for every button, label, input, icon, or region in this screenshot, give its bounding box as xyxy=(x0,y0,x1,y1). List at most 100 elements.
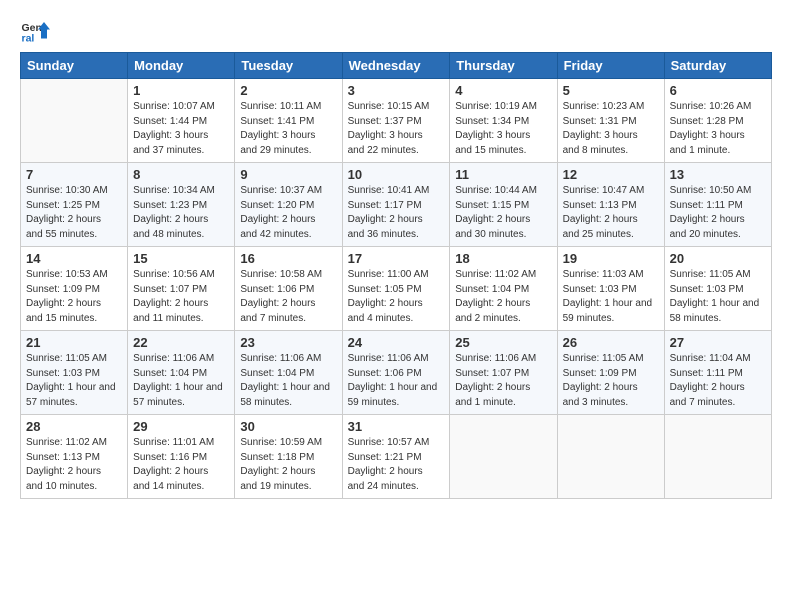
week-row-3: 14Sunrise: 10:53 AM Sunset: 1:09 PM Dayl… xyxy=(21,247,772,331)
week-row-5: 28 Sunrise: 11:02 AM Sunset: 1:13 PM Dayl… xyxy=(21,415,772,499)
logo: Gene ral xyxy=(20,16,54,46)
day-number: 22 xyxy=(133,335,229,350)
calendar-cell: 1 Sunrise: 10:07 AM Sunset: 1:44 PM Dayli… xyxy=(128,79,235,163)
calendar-cell: 19Sunrise: 11:03 AM Sunset: 1:03 PM Dayl… xyxy=(557,247,664,331)
calendar-cell xyxy=(664,415,771,499)
header-tuesday: Tuesday xyxy=(235,53,342,79)
day-info: Sunrise: 11:02 AM Sunset: 1:13 PM Daylig… xyxy=(26,436,122,494)
calendar-cell: 3 Sunrise: 10:15 AM Sunset: 1:37 PM Dayli… xyxy=(342,79,450,163)
calendar-cell: 6 Sunrise: 10:26 AM Sunset: 1:28 PM Dayli… xyxy=(664,79,771,163)
day-number: 9 xyxy=(240,167,336,182)
day-info: Sunrise: 11:05 AM Sunset: 1:03 PM Daylig… xyxy=(26,352,122,410)
calendar-cell: 2Sunrise: 10:11 AM Sunset: 1:41 PM Dayli… xyxy=(235,79,342,163)
day-info: Sunrise: 11:06 AM Sunset: 1:07 PM Daylig… xyxy=(455,352,551,410)
day-info: Sunrise: 11:05 AM Sunset: 1:09 PM Daylig… xyxy=(563,352,659,410)
day-info: Sunrise: 10:56 AM Sunset: 1:07 PM Daylig… xyxy=(133,268,229,326)
day-number: 1 xyxy=(133,83,229,98)
day-number: 13 xyxy=(670,167,766,182)
day-info: Sunrise: 10:30 AM Sunset: 1:25 PM Daylig… xyxy=(26,184,122,242)
svg-text:ral: ral xyxy=(22,33,35,45)
week-row-1: 1 Sunrise: 10:07 AM Sunset: 1:44 PM Dayli… xyxy=(21,79,772,163)
calendar-cell xyxy=(557,415,664,499)
day-number: 19 xyxy=(563,251,659,266)
calendar-cell: 29 Sunrise: 11:01 AM Sunset: 1:16 PM Dayl… xyxy=(128,415,235,499)
day-number: 3 xyxy=(348,83,445,98)
calendar-cell: 5Sunrise: 10:23 AM Sunset: 1:31 PM Dayli… xyxy=(557,79,664,163)
day-info: Sunrise: 10:41 AM Sunset: 1:17 PM Daylig… xyxy=(348,184,445,242)
day-info: Sunrise: 10:53 AM Sunset: 1:09 PM Daylig… xyxy=(26,268,122,326)
calendar-cell xyxy=(450,415,557,499)
calendar-cell: 21 Sunrise: 11:05 AM Sunset: 1:03 PM Dayl… xyxy=(21,331,128,415)
calendar-header-row: SundayMondayTuesdayWednesdayThursdayFrid… xyxy=(21,53,772,79)
day-info: Sunrise: 10:19 AM Sunset: 1:34 PM Daylig… xyxy=(455,100,551,158)
calendar-cell: 22 Sunrise: 11:06 AM Sunset: 1:04 PM Dayl… xyxy=(128,331,235,415)
week-row-4: 21 Sunrise: 11:05 AM Sunset: 1:03 PM Dayl… xyxy=(21,331,772,415)
day-info: Sunrise: 11:05 AM Sunset: 1:03 PM Daylig… xyxy=(670,268,766,326)
header-friday: Friday xyxy=(557,53,664,79)
calendar-cell: 17Sunrise: 11:00 AM Sunset: 1:05 PM Dayl… xyxy=(342,247,450,331)
calendar-cell: 15 Sunrise: 10:56 AM Sunset: 1:07 PM Dayl… xyxy=(128,247,235,331)
header-thursday: Thursday xyxy=(450,53,557,79)
page-header: Gene ral xyxy=(20,16,772,46)
calendar-cell: 13 Sunrise: 10:50 AM Sunset: 1:11 PM Dayl… xyxy=(664,163,771,247)
day-number: 29 xyxy=(133,419,229,434)
week-row-2: 7 Sunrise: 10:30 AM Sunset: 1:25 PM Dayli… xyxy=(21,163,772,247)
day-info: Sunrise: 11:02 AM Sunset: 1:04 PM Daylig… xyxy=(455,268,551,326)
day-number: 15 xyxy=(133,251,229,266)
calendar-cell: 26Sunrise: 11:05 AM Sunset: 1:09 PM Dayl… xyxy=(557,331,664,415)
day-info: Sunrise: 11:06 AM Sunset: 1:06 PM Daylig… xyxy=(348,352,445,410)
day-number: 10 xyxy=(348,167,445,182)
calendar-cell: 4 Sunrise: 10:19 AM Sunset: 1:34 PM Dayli… xyxy=(450,79,557,163)
day-number: 7 xyxy=(26,167,122,182)
day-info: Sunrise: 10:57 AM Sunset: 1:21 PM Daylig… xyxy=(348,436,445,494)
day-info: Sunrise: 10:15 AM Sunset: 1:37 PM Daylig… xyxy=(348,100,445,158)
day-number: 30 xyxy=(240,419,336,434)
calendar-cell: 18 Sunrise: 11:02 AM Sunset: 1:04 PM Dayl… xyxy=(450,247,557,331)
day-number: 24 xyxy=(348,335,445,350)
day-info: Sunrise: 10:34 AM Sunset: 1:23 PM Daylig… xyxy=(133,184,229,242)
day-info: Sunrise: 10:37 AM Sunset: 1:20 PM Daylig… xyxy=(240,184,336,242)
day-number: 17 xyxy=(348,251,445,266)
day-number: 23 xyxy=(240,335,336,350)
calendar-cell: 14Sunrise: 10:53 AM Sunset: 1:09 PM Dayl… xyxy=(21,247,128,331)
day-number: 4 xyxy=(455,83,551,98)
day-info: Sunrise: 10:50 AM Sunset: 1:11 PM Daylig… xyxy=(670,184,766,242)
calendar-cell: 16Sunrise: 10:58 AM Sunset: 1:06 PM Dayl… xyxy=(235,247,342,331)
day-info: Sunrise: 11:06 AM Sunset: 1:04 PM Daylig… xyxy=(133,352,229,410)
day-number: 18 xyxy=(455,251,551,266)
day-number: 25 xyxy=(455,335,551,350)
day-number: 28 xyxy=(26,419,122,434)
calendar-cell xyxy=(21,79,128,163)
day-number: 11 xyxy=(455,167,551,182)
day-number: 21 xyxy=(26,335,122,350)
calendar-table: SundayMondayTuesdayWednesdayThursdayFrid… xyxy=(20,52,772,499)
day-info: Sunrise: 10:11 AM Sunset: 1:41 PM Daylig… xyxy=(240,100,336,158)
calendar-cell: 31 Sunrise: 10:57 AM Sunset: 1:21 PM Dayl… xyxy=(342,415,450,499)
header-monday: Monday xyxy=(128,53,235,79)
day-info: Sunrise: 10:26 AM Sunset: 1:28 PM Daylig… xyxy=(670,100,766,158)
calendar-cell: 28 Sunrise: 11:02 AM Sunset: 1:13 PM Dayl… xyxy=(21,415,128,499)
day-number: 27 xyxy=(670,335,766,350)
day-info: Sunrise: 11:06 AM Sunset: 1:04 PM Daylig… xyxy=(240,352,336,410)
day-number: 6 xyxy=(670,83,766,98)
calendar-cell: 20Sunrise: 11:05 AM Sunset: 1:03 PM Dayl… xyxy=(664,247,771,331)
calendar-cell: 7 Sunrise: 10:30 AM Sunset: 1:25 PM Dayli… xyxy=(21,163,128,247)
logo-icon: Gene ral xyxy=(20,16,50,46)
day-number: 16 xyxy=(240,251,336,266)
calendar-cell: 10 Sunrise: 10:41 AM Sunset: 1:17 PM Dayl… xyxy=(342,163,450,247)
day-info: Sunrise: 10:59 AM Sunset: 1:18 PM Daylig… xyxy=(240,436,336,494)
calendar-cell: 11Sunrise: 10:44 AM Sunset: 1:15 PM Dayl… xyxy=(450,163,557,247)
day-number: 31 xyxy=(348,419,445,434)
day-info: Sunrise: 10:07 AM Sunset: 1:44 PM Daylig… xyxy=(133,100,229,158)
day-info: Sunrise: 10:47 AM Sunset: 1:13 PM Daylig… xyxy=(563,184,659,242)
calendar-cell: 24 Sunrise: 11:06 AM Sunset: 1:06 PM Dayl… xyxy=(342,331,450,415)
day-number: 8 xyxy=(133,167,229,182)
header-saturday: Saturday xyxy=(664,53,771,79)
day-info: Sunrise: 11:01 AM Sunset: 1:16 PM Daylig… xyxy=(133,436,229,494)
calendar-cell: 23 Sunrise: 11:06 AM Sunset: 1:04 PM Dayl… xyxy=(235,331,342,415)
calendar-cell: 8 Sunrise: 10:34 AM Sunset: 1:23 PM Dayli… xyxy=(128,163,235,247)
day-number: 5 xyxy=(563,83,659,98)
header-sunday: Sunday xyxy=(21,53,128,79)
day-info: Sunrise: 11:04 AM Sunset: 1:11 PM Daylig… xyxy=(670,352,766,410)
calendar-cell: 27 Sunrise: 11:04 AM Sunset: 1:11 PM Dayl… xyxy=(664,331,771,415)
